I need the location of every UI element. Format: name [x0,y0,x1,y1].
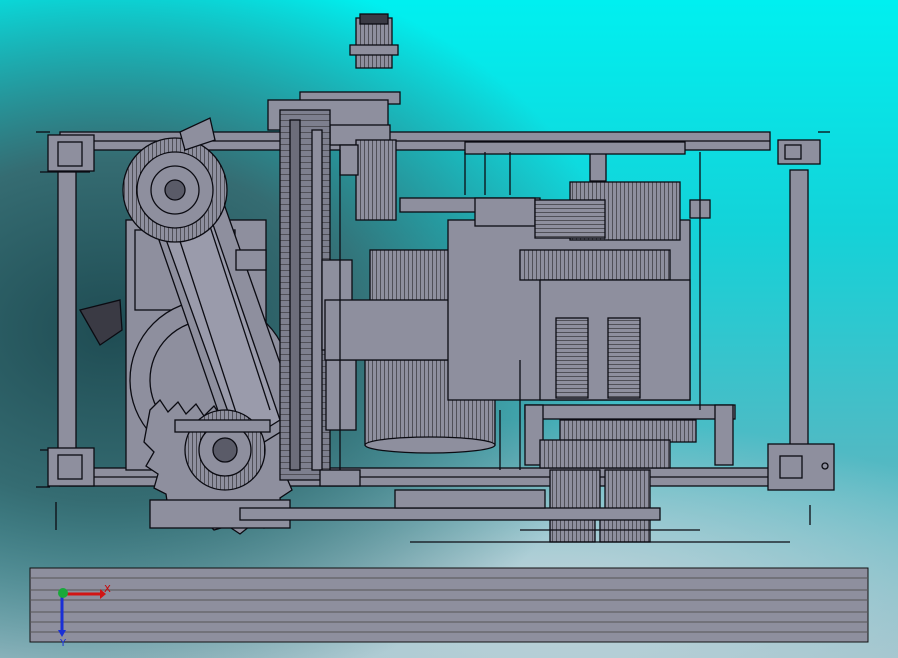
ground-plane [29,567,869,643]
x-axis-label: X [104,584,111,595]
cad-model-drawing[interactable]: X Y [0,0,898,658]
y-axis-label: Y [59,638,67,649]
cad-viewport[interactable]: X Y [0,0,898,658]
z-axis-marker [58,588,68,598]
